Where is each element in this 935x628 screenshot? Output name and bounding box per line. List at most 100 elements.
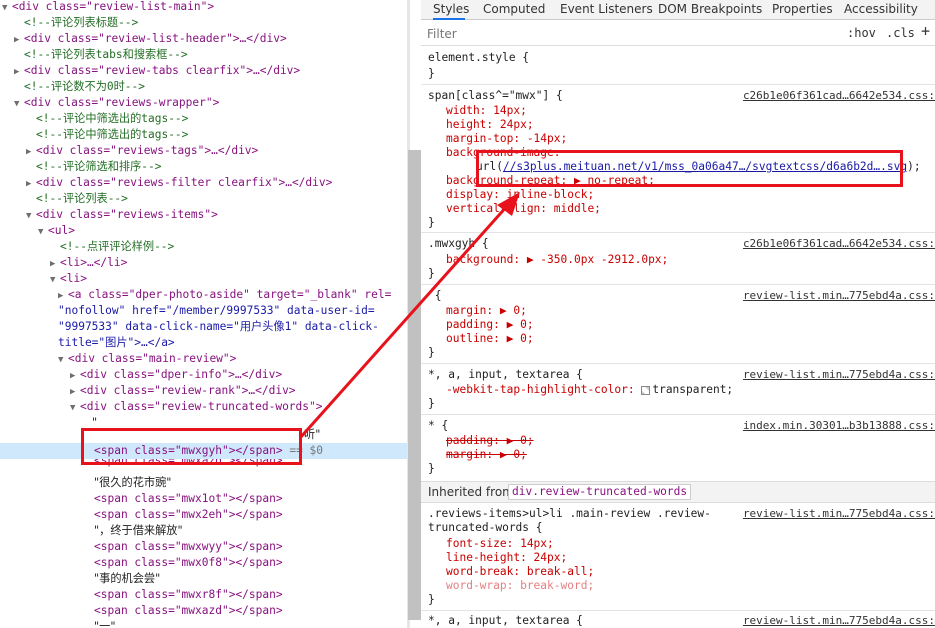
dom-comment[interactable]: <!--评论数不为0时--> <box>14 79 145 95</box>
cls-button[interactable]: .cls <box>886 26 915 40</box>
source-link[interactable]: review-list.min…775ebd4a.css: <box>743 367 935 383</box>
tab-accessibility[interactable]: Accessibility <box>844 0 918 20</box>
styles-panel: Styles Computed Event Listeners DOM Brea… <box>421 0 935 628</box>
scrollbar-thumb[interactable] <box>408 150 422 620</box>
dom-node-anchor-cont: title="图片">…</a> <box>58 336 175 349</box>
collapse-triangle-icon[interactable]: ▼ <box>14 96 24 112</box>
dom-comment[interactable]: <!--点评评论样例--> <box>50 239 174 255</box>
expand-triangle-icon[interactable]: ▶ <box>70 384 80 400</box>
rule-mwxgyh[interactable]: .mwxgyh {c26b1e06f361cad…6642e534.css: <box>428 236 935 252</box>
expand-triangle-icon[interactable]: ▶ <box>26 176 36 192</box>
tab-styles[interactable]: Styles <box>433 0 469 20</box>
dom-comment[interactable]: <!--评论列表tabs和搜索框--> <box>14 47 188 63</box>
dom-node[interactable]: ▶ <li>…</li> <box>50 255 127 271</box>
collapse-triangle-icon[interactable]: ▼ <box>50 272 60 288</box>
dom-node-span[interactable]: <span class="mwx0f8"></span> <box>94 555 283 571</box>
dom-node[interactable]: ▶ <div class="review-list-header">…</div> <box>14 31 287 47</box>
rule-tap-highlight-2[interactable]: *, a, input, textarea {review-list.min…7… <box>428 613 935 628</box>
prop-vertical-align[interactable]: vertical-align: middle; <box>446 201 601 217</box>
dom-node[interactable]: ▶ <div class="reviews-filter clearfix">…<… <box>26 175 332 191</box>
dom-node[interactable]: ▼ <ul> <box>38 223 75 239</box>
rule-tap-highlight[interactable]: *, a, input, textarea {review-list.min…7… <box>428 367 935 383</box>
text-node[interactable]: 听" <box>304 427 320 443</box>
dom-node-span[interactable]: <span class="mwxwyy"></span> <box>94 539 283 555</box>
source-link[interactable]: c26b1e06f361cad…6642e534.css: <box>743 236 935 252</box>
collapse-triangle-icon[interactable]: ▼ <box>58 352 68 368</box>
rule-close: } <box>428 67 435 80</box>
source-link[interactable]: index.min.30301…b3b13888.css: <box>743 418 935 434</box>
tab-properties[interactable]: Properties <box>772 0 833 20</box>
color-swatch-icon[interactable] <box>641 385 651 395</box>
prop-tap-highlight[interactable]: -webkit-tap-highlight-color: transparent… <box>446 382 733 398</box>
collapse-triangle-icon[interactable]: ▼ <box>70 400 80 416</box>
collapse-triangle-icon[interactable]: ▼ <box>26 208 36 224</box>
expand-triangle-icon[interactable]: ▶ <box>14 32 24 48</box>
prop-background[interactable]: background: ▶ -350.0px -2912.0px; <box>446 252 668 268</box>
dom-node-span[interactable]: <span class="mwx1ot"></span> <box>94 491 283 507</box>
dom-node-span[interactable]: <span class="mwx2eh"></span> <box>94 507 283 523</box>
expand-triangle-icon[interactable]: ▶ <box>58 288 68 304</box>
rule-close: } <box>428 216 435 229</box>
elements-panel: ▼ <div class="review-list-main"> <!--评论列表… <box>0 0 407 628</box>
hov-button[interactable]: :hov <box>847 26 876 40</box>
dom-comment[interactable]: <!--评论筛选和排序--> <box>26 159 161 175</box>
dom-node[interactable]: ▼ <li> <box>50 271 87 287</box>
dom-comment[interactable]: <!--评论列表--> <box>26 191 128 207</box>
text-node[interactable]: "很久的花市豌" <box>94 475 171 491</box>
tab-dom-breakpoints[interactable]: DOM Breakpoints <box>658 0 762 20</box>
dom-comment[interactable]: <!--评论中筛选出的tags--> <box>26 111 188 127</box>
tab-event-listeners[interactable]: Event Listeners <box>560 0 653 20</box>
dom-node[interactable]: ▼ <div class="reviews-items"> <box>26 207 218 223</box>
dom-comment[interactable]: <!--评论中筛选出的tags--> <box>26 127 188 143</box>
prop-margin-overridden[interactable]: margin: ▶ 0; <box>446 447 527 463</box>
dom-node-span[interactable]: <span class="mwxazd"></span> <box>94 603 283 619</box>
text-node[interactable]: "事的机会尝" <box>94 571 160 587</box>
rule-separator <box>421 284 935 285</box>
dom-node-span[interactable]: <span class="mwxr8f"></span> <box>94 587 283 603</box>
rule-close: } <box>428 462 435 475</box>
dom-node-dper-info[interactable]: ▶ <div class="dper-info">…</div> <box>70 367 282 383</box>
rule-element-style[interactable]: element.style { <box>428 50 529 66</box>
rule-separator <box>421 84 935 85</box>
new-rule-button[interactable]: + <box>921 22 930 40</box>
dom-comment[interactable]: <!--评论列表标题--> <box>14 15 138 31</box>
prop-outline[interactable]: outline: ▶ 0; <box>446 331 534 347</box>
rule-reset[interactable]: {review-list.min…775ebd4a.css: <box>428 288 935 304</box>
source-link[interactable]: review-list.min…775ebd4a.css: <box>743 613 935 628</box>
expand-triangle-icon[interactable]: ▶ <box>26 144 36 160</box>
rule-close: } <box>428 267 435 280</box>
text-node[interactable]: "一" <box>94 619 115 628</box>
expand-triangle-icon[interactable]: ▶ <box>50 256 60 272</box>
expand-triangle-icon[interactable]: ▶ <box>14 64 24 80</box>
dom-node[interactable]: ▼ <div class="review-list-main"> <box>2 0 214 15</box>
tab-computed[interactable]: Computed <box>483 0 545 20</box>
text-node[interactable]: "，终于借来解放" <box>94 523 183 539</box>
prop-word-wrap[interactable]: word-wrap: break-word; <box>446 578 594 594</box>
rule-separator <box>421 363 935 364</box>
source-link[interactable]: review-list.min…775ebd4a.css: <box>743 506 935 522</box>
inherited-node-link[interactable]: div.review-truncated-words <box>508 484 692 500</box>
dom-node[interactable]: ▶ <div class="review-tabs clearfix">…</di… <box>14 63 300 79</box>
source-link[interactable]: c26b1e06f361cad…6642e534.css: <box>743 88 935 104</box>
dom-node[interactable]: ▼ <div class="reviews-wrapper"> <box>14 95 219 111</box>
source-link[interactable]: review-list.min…775ebd4a.css: <box>743 288 935 304</box>
filter-input[interactable] <box>427 25 837 43</box>
rule-close: } <box>428 397 435 410</box>
dom-node-main-review[interactable]: ▼ <div class="main-review"> <box>58 351 236 367</box>
rule-separator <box>421 232 935 233</box>
expand-triangle-icon[interactable]: ▶ <box>70 368 80 384</box>
rule-universal[interactable]: * {index.min.30301…b3b13888.css: <box>428 418 935 434</box>
dom-node[interactable]: ▶ <div class="reviews-tags">…</div> <box>26 143 258 159</box>
dom-node-review-truncated[interactable]: ▼ <div class="review-truncated-words"> <box>70 399 322 415</box>
rule-span-mwx[interactable]: span[class^="mwx"] {c26b1e06f361cad…6642… <box>428 88 935 104</box>
collapse-triangle-icon[interactable]: ▼ <box>2 0 12 16</box>
dom-node-review-rank[interactable]: ▶ <div class="review-rank">…</div> <box>70 383 296 399</box>
collapse-triangle-icon[interactable]: ▼ <box>38 224 48 240</box>
dom-node-anchor[interactable]: ▶ <a class="dper-photo-aside" target="_bl… <box>58 287 391 303</box>
